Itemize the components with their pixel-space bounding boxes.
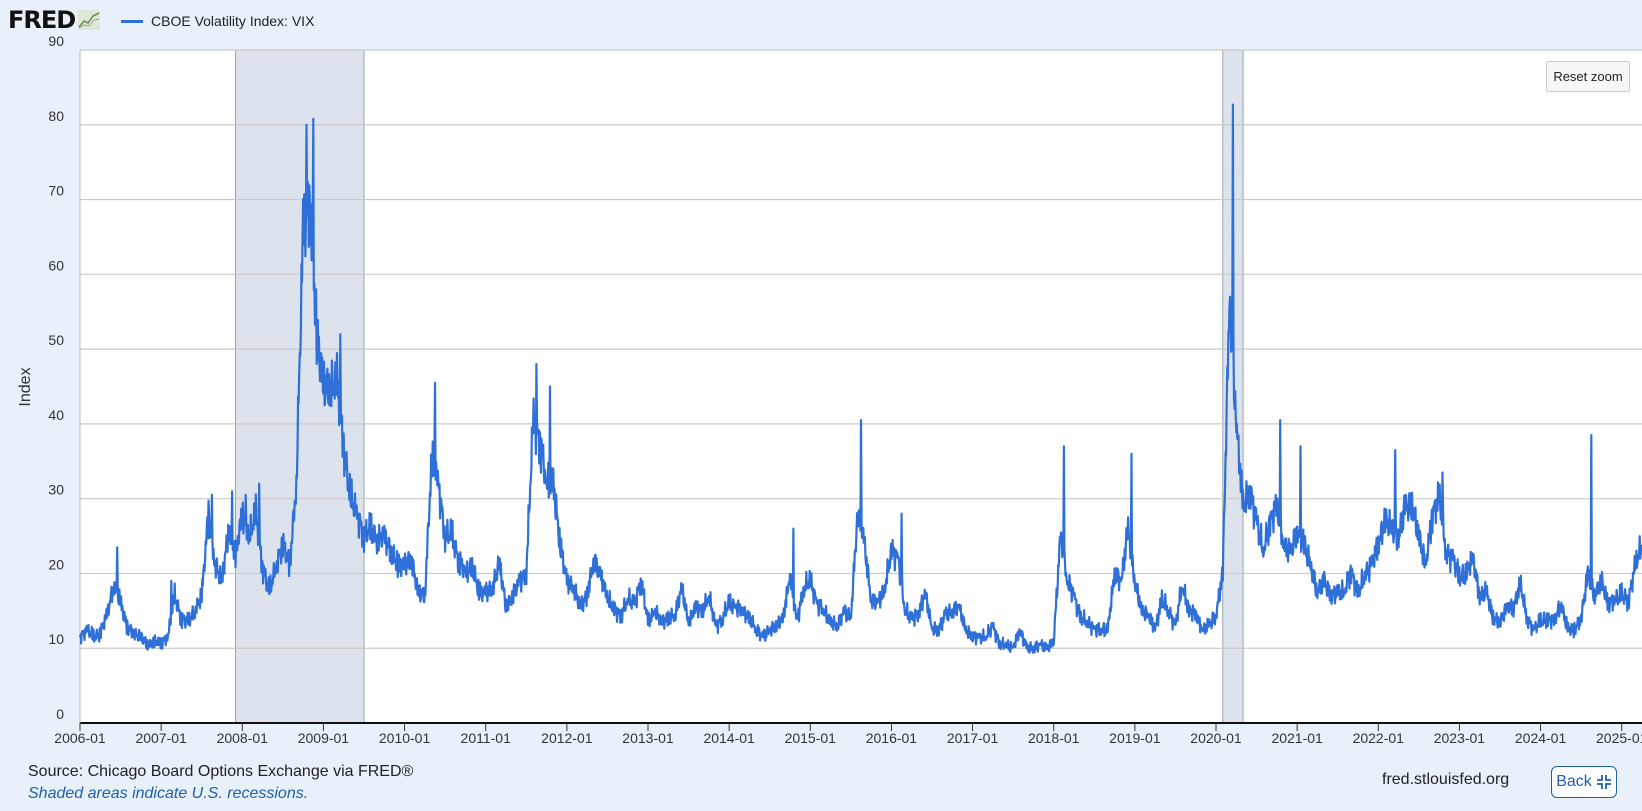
y-tick-label-10: 10: [48, 631, 64, 647]
x-tick-label-2012-01: 2012-01: [541, 730, 593, 746]
reset-zoom-button[interactable]: Reset zoom: [1546, 61, 1630, 92]
y-tick-label-40: 40: [48, 407, 64, 423]
x-tick-label-2020-01: 2020-01: [1190, 730, 1242, 746]
collapse-icon: [1596, 775, 1611, 789]
x-tick-label-2024-01: 2024-01: [1515, 730, 1567, 746]
y-tick-label-90: 90: [48, 33, 64, 49]
x-tick-label-2013-01: 2013-01: [622, 730, 674, 746]
y-tick-label-80: 80: [48, 108, 64, 124]
x-tick-label-2014-01: 2014-01: [703, 730, 755, 746]
back-button-label: Back: [1556, 773, 1592, 790]
x-tick-label-2007-01: 2007-01: [135, 730, 187, 746]
x-tick-label-2025-01: 2025-01: [1596, 730, 1642, 746]
x-tick-label-2021-01: 2021-01: [1271, 730, 1323, 746]
y-axis: 0 10 20 30 40 50 60 70 80 90: [48, 33, 64, 722]
x-tick-label-2008-01: 2008-01: [217, 730, 269, 746]
y-tick-label-70: 70: [48, 183, 64, 199]
y-tick-label-0: 0: [56, 706, 64, 722]
y-tick-label-20: 20: [48, 556, 64, 572]
back-button[interactable]: Back: [1551, 766, 1617, 798]
source-text: Source: Chicago Board Options Exchange v…: [28, 763, 414, 780]
recession-note: Shaded areas indicate U.S. recessions.: [28, 785, 309, 802]
site-link[interactable]: fred.stlouisfed.org: [1382, 771, 1509, 789]
y-axis-label: Index: [17, 367, 34, 406]
x-tick-label-2018-01: 2018-01: [1028, 730, 1080, 746]
x-tick-label-2016-01: 2016-01: [866, 730, 918, 746]
y-tick-label-50: 50: [48, 332, 64, 348]
x-tick-label-2022-01: 2022-01: [1353, 730, 1405, 746]
x-tick-label-2017-01: 2017-01: [947, 730, 999, 746]
y-tick-label-60: 60: [48, 257, 64, 273]
x-tick-label-2019-01: 2019-01: [1109, 730, 1161, 746]
vix-line-chart[interactable]: 0 10 20 30 40 50 60 70 80 90 2006-01 2007-01 2008-0…: [0, 0, 1642, 760]
x-tick-label-2009-01: 2009-01: [298, 730, 350, 746]
x-tick-label-2023-01: 2023-01: [1434, 730, 1486, 746]
x-tick-label-2006-01: 2006-01: [54, 730, 106, 746]
x-tick-label-2010-01: 2010-01: [379, 730, 431, 746]
x-tick-label-2015-01: 2015-01: [785, 730, 837, 746]
x-tick-label-2011-01: 2011-01: [461, 730, 512, 746]
y-tick-label-30: 30: [48, 482, 64, 498]
